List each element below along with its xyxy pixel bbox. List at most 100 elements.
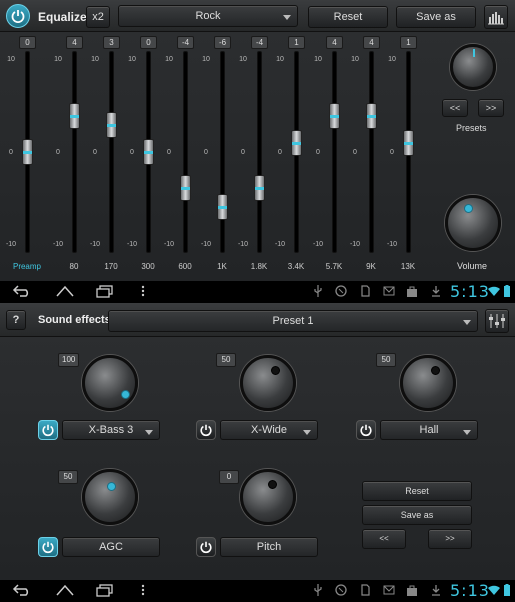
scale-mid-label: 0 [93, 149, 97, 156]
effect-knob[interactable] [82, 355, 138, 411]
effect-power-button[interactable] [196, 537, 216, 557]
effect-name: AGC [99, 541, 123, 553]
home-icon[interactable] [55, 284, 75, 298]
sd-card-icon [361, 285, 370, 297]
effect-power-button[interactable] [356, 420, 376, 440]
slider-track[interactable] [109, 51, 114, 253]
slider-thumb[interactable] [291, 129, 302, 156]
menu-icon[interactable] [140, 284, 146, 298]
band-label: Preamp [12, 262, 41, 271]
scale-mid-label: 0 [167, 149, 171, 156]
slider-thumb[interactable] [106, 111, 117, 138]
sfx-reset-button[interactable]: Reset [362, 481, 472, 501]
band-label: 1K [217, 262, 227, 271]
scale-bottom-label: -10 [274, 241, 286, 248]
slider-track[interactable] [72, 51, 77, 253]
slider-thumb-mark [330, 114, 339, 118]
slider-track[interactable] [332, 51, 337, 253]
slider-thumb[interactable] [366, 102, 377, 129]
slider-thumb[interactable] [217, 193, 228, 220]
slider-thumb-mark [107, 123, 116, 127]
help-button[interactable]: ? [6, 310, 26, 330]
eq-graph-button[interactable] [484, 5, 508, 29]
slider-thumb-mark [144, 151, 153, 154]
x2-button[interactable]: x2 [86, 6, 110, 28]
preset-next-button[interactable]: >> [478, 99, 504, 117]
slider-thumb-mark [367, 114, 376, 118]
equalizer-title: Equalizer [38, 10, 92, 24]
slider-value: 4 [363, 36, 380, 49]
preset-knob[interactable] [450, 44, 496, 90]
band-label: 80 [69, 262, 79, 271]
slider-thumb[interactable] [329, 102, 340, 129]
effect-name: Pitch [256, 541, 282, 553]
effect-knob[interactable] [400, 355, 456, 411]
effect-knob[interactable] [240, 355, 296, 411]
effect-knob[interactable] [82, 469, 138, 525]
scale-top-label: 10 [7, 56, 15, 63]
sfx-preset-dropdown[interactable]: Preset 1 [108, 310, 478, 332]
menu-icon[interactable] [140, 583, 146, 597]
battery-icon [504, 285, 510, 297]
dropdown-arrow-icon [145, 430, 153, 435]
power-icon [360, 424, 372, 437]
sfx-mixer-button[interactable] [485, 309, 509, 333]
band-label: 9K [366, 262, 376, 271]
dropdown-arrow-icon [303, 430, 311, 435]
slider-thumb[interactable] [254, 175, 265, 202]
status-clock: 5:13 [450, 282, 490, 301]
scale-top-label: 10 [276, 56, 284, 63]
slider-value: -4 [251, 36, 268, 49]
wifi-icon [488, 286, 500, 296]
scale-top-label: 10 [314, 56, 322, 63]
effect-name-label: AGC [62, 537, 160, 557]
eq-preset-dropdown[interactable]: Rock [118, 5, 298, 27]
effect-power-button[interactable] [196, 420, 216, 440]
slider-thumb[interactable] [180, 175, 191, 202]
effect-type-dropdown[interactable]: X-Wide [220, 420, 318, 440]
scale-mid-label: 0 [9, 149, 13, 156]
sfx-next-button[interactable]: >> [428, 529, 472, 549]
effect-power-button[interactable] [38, 537, 58, 557]
power-icon [42, 424, 54, 437]
volume-knob[interactable] [445, 195, 501, 251]
preset-prev-button[interactable]: << [442, 99, 468, 117]
slider-thumb[interactable] [22, 139, 33, 165]
back-icon[interactable] [12, 583, 32, 597]
slider-thumb[interactable] [69, 102, 80, 129]
effect-type-dropdown[interactable]: Hall [380, 420, 478, 440]
preset-knob-indicator [473, 49, 475, 57]
recent-apps-icon[interactable] [95, 583, 115, 597]
back-icon[interactable] [12, 284, 32, 298]
scale-mid-label: 0 [278, 149, 282, 156]
slider-track[interactable] [220, 51, 225, 253]
sfx-save-as-button[interactable]: Save as [362, 505, 472, 525]
wifi-icon [488, 585, 500, 595]
slider-thumb-mark [292, 141, 301, 145]
system-nav-bar-top: 5:13 [0, 281, 515, 303]
equalizer-toolbar: Equalizer x2 Rock Reset Save as [0, 0, 515, 32]
equalizer-power-button[interactable] [6, 4, 30, 28]
eq-reset-button[interactable]: Reset [308, 6, 388, 28]
effect-knob[interactable] [240, 469, 296, 525]
effect-value: 50 [58, 470, 78, 484]
effect-type-dropdown[interactable]: X-Bass 3 [62, 420, 160, 440]
slider-track[interactable] [183, 51, 188, 253]
home-icon[interactable] [55, 583, 75, 597]
sound-effects-toolbar: ? Sound effects Preset 1 [0, 303, 515, 337]
slider-track[interactable] [257, 51, 262, 253]
slider-track[interactable] [369, 51, 374, 253]
sound-effects-title: Sound effects [38, 314, 111, 326]
effect-value: 50 [376, 353, 396, 367]
scale-top-label: 10 [388, 56, 396, 63]
slider-thumb[interactable] [143, 139, 154, 165]
scale-bottom-label: -10 [237, 241, 249, 248]
slider-thumb-mark [70, 114, 79, 118]
effect-power-button[interactable] [38, 420, 58, 440]
eq-save-as-button[interactable]: Save as [396, 6, 476, 28]
recent-apps-icon[interactable] [95, 284, 115, 298]
sfx-prev-button[interactable]: << [362, 529, 406, 549]
slider-thumb[interactable] [403, 129, 414, 156]
status-clock: 5:13 [450, 581, 490, 600]
eq-preset-value: Rock [195, 10, 221, 22]
